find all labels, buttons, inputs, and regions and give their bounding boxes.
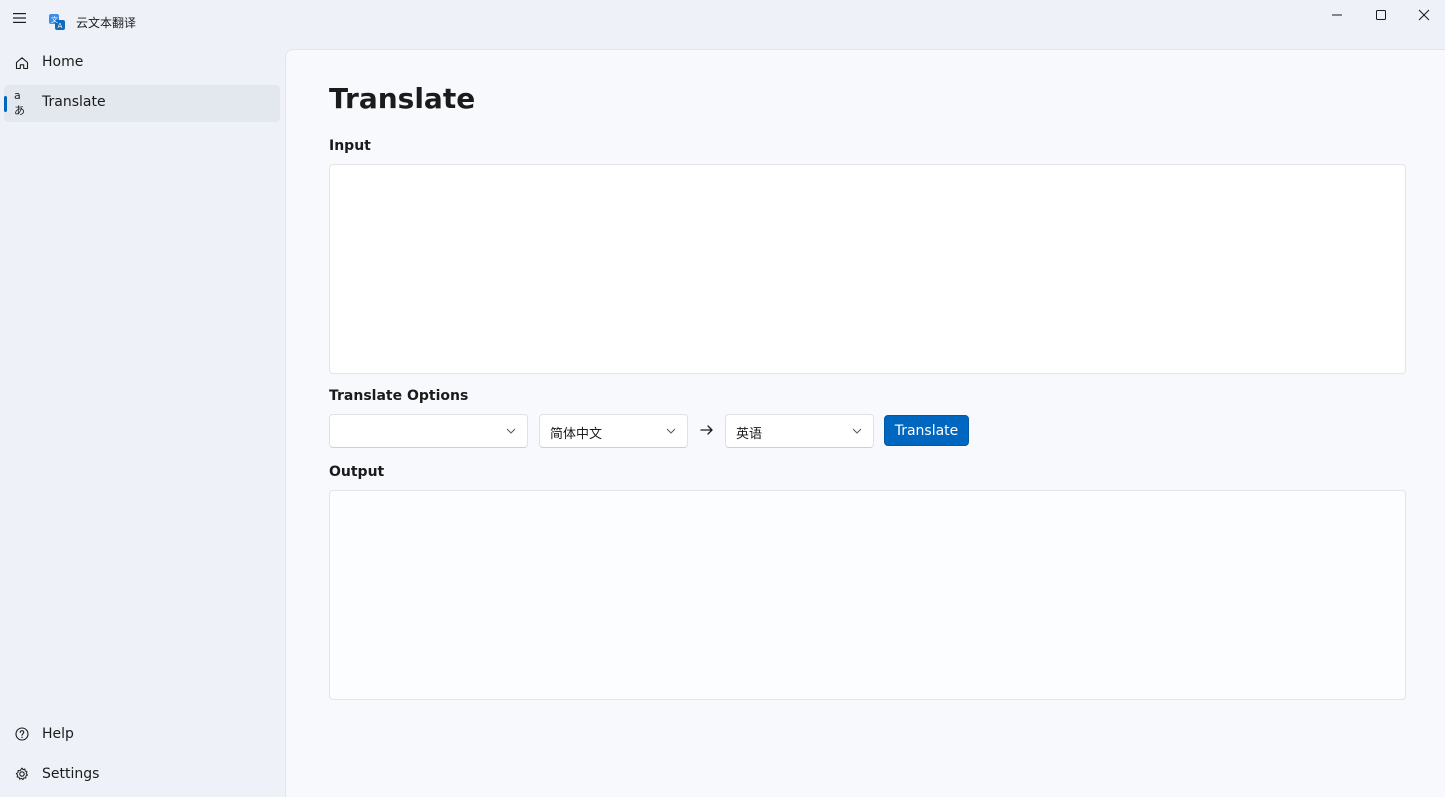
output-textbox[interactable] — [329, 490, 1406, 700]
content-pane: Translate Input Translate Options 简体中文 英… — [285, 49, 1445, 797]
sidebar-item-translate[interactable]: aあ Translate — [4, 85, 280, 122]
translate-app-icon: 文 A — [48, 13, 66, 31]
input-textbox[interactable] — [329, 164, 1406, 374]
minimize-icon — [1332, 14, 1342, 16]
chevron-down-icon — [852, 428, 862, 434]
sidebar-item-label: Help — [42, 726, 74, 742]
hamburger-icon[interactable] — [10, 8, 30, 28]
input-label: Input — [329, 138, 371, 154]
sidebar-item-home[interactable]: Home — [4, 45, 280, 82]
sidebar-item-help[interactable]: Help — [4, 716, 280, 753]
sidebar-item-label: Home — [42, 54, 84, 70]
translate-button[interactable]: Translate — [884, 415, 969, 446]
svg-text:A: A — [58, 22, 63, 30]
sidebar-item-settings[interactable]: Settings — [4, 756, 280, 793]
output-label: Output — [329, 464, 385, 480]
gear-icon — [14, 766, 30, 782]
app-title: 云文本翻译 — [76, 16, 137, 30]
target-language-value: 英语 — [736, 427, 763, 442]
chevron-down-icon — [666, 428, 676, 434]
maximize-icon — [1376, 10, 1386, 20]
translate-options-label: Translate Options — [329, 388, 469, 404]
minimize-button[interactable] — [1315, 0, 1359, 30]
close-button[interactable] — [1402, 0, 1445, 30]
arrow-right-icon — [700, 425, 713, 435]
translate-icon: aあ — [14, 88, 25, 117]
close-icon — [1418, 9, 1430, 21]
page-title: Translate — [329, 82, 476, 115]
sidebar-item-label: Translate — [42, 94, 106, 110]
target-language-dropdown[interactable]: 英语 — [725, 414, 874, 448]
source-language-dropdown[interactable]: 简体中文 — [539, 414, 688, 448]
sidebar-item-label: Settings — [42, 766, 100, 782]
home-icon — [14, 55, 30, 71]
help-icon — [14, 726, 30, 742]
selection-indicator — [4, 96, 7, 112]
engine-dropdown[interactable] — [329, 414, 528, 448]
chevron-down-icon — [506, 428, 516, 434]
title-bar: 文 A 云文本翻译 — [0, 0, 1445, 44]
source-language-value: 简体中文 — [550, 427, 603, 442]
maximize-button[interactable] — [1359, 0, 1403, 30]
